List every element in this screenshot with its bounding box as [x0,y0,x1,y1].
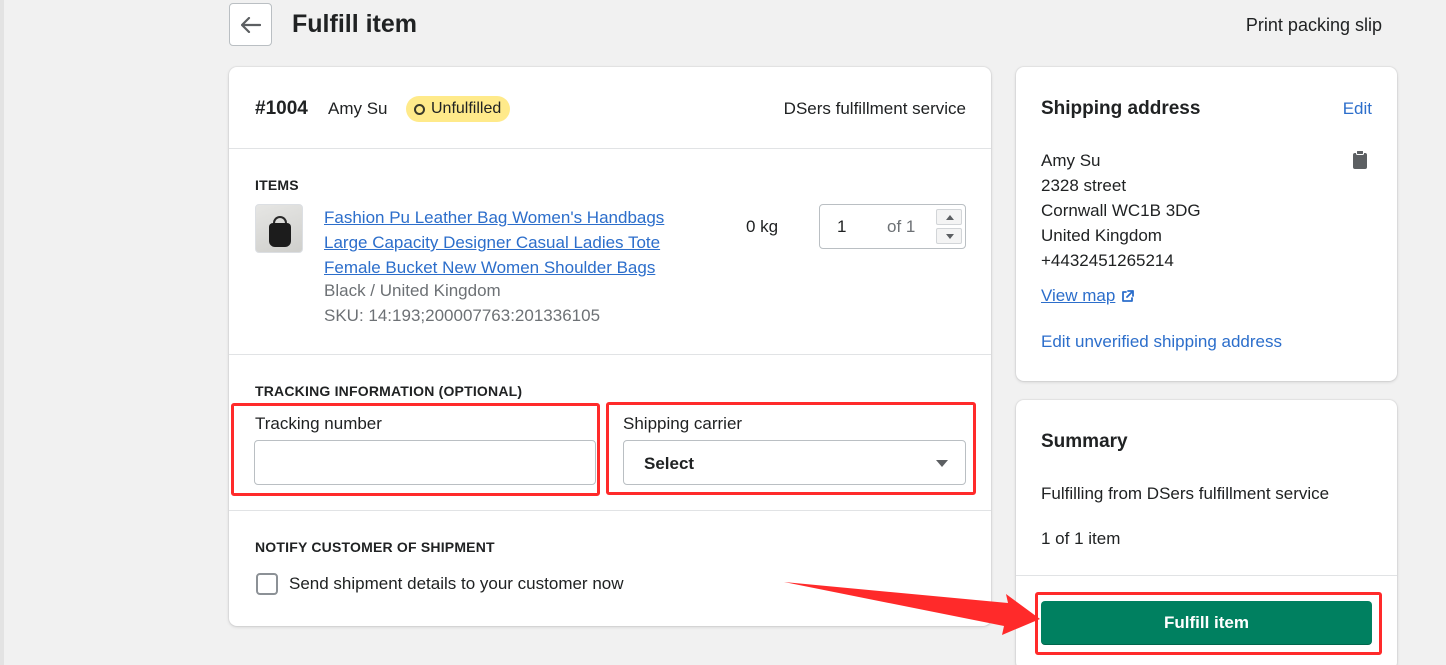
tracking-number-input[interactable] [254,440,596,485]
shipping-address-title: Shipping address [1041,98,1201,119]
fulfill-item-button[interactable]: Fulfill item [1041,601,1372,645]
address-line: Amy Su [1041,151,1101,170]
notify-customer-checkbox[interactable] [256,573,278,595]
notify-heading: NOTIFY CUSTOMER OF SHIPMENT [255,539,495,555]
divider [229,148,991,149]
view-map-link[interactable]: View map [1041,286,1135,306]
quantity-value[interactable]: 1 [837,217,846,237]
caret-down-icon [946,234,954,239]
clipboard-icon[interactable] [1352,150,1368,175]
divider [229,510,991,511]
caret-down-icon [936,460,948,467]
product-sku: SKU: 14:193;200007763:201336105 [324,306,601,325]
product-thumbnail[interactable] [255,204,303,253]
order-number: #1004 [255,98,308,119]
edit-unverified-address-link[interactable]: Edit unverified shipping address [1041,332,1282,352]
summary-card: Summary Fulfilling from DSers fulfillmen… [1016,400,1397,665]
customer-name: Amy Su [328,99,388,118]
product-title-line: Fashion Pu Leather Bag Women's Handbags [324,208,665,227]
product-variant: Black / United Kingdom [324,281,501,300]
tracking-heading: TRACKING INFORMATION (OPTIONAL) [255,383,523,399]
divider [229,354,991,355]
left-edge-strip [0,0,4,665]
caret-up-icon [946,215,954,220]
back-button[interactable] [229,3,272,46]
product-title-line: Large Capacity Designer Casual Ladies To… [324,233,661,252]
arrow-left-icon [240,16,261,33]
notify-customer-label[interactable]: Send shipment details to your customer n… [289,574,624,594]
shipping-carrier-label: Shipping carrier [623,414,743,433]
shipping-carrier-value: Select [644,454,695,473]
product-weight: 0 kg [746,217,779,236]
product-title-link[interactable]: Fashion Pu Leather Bag Women's Handbags … [324,205,684,280]
tracking-number-label: Tracking number [255,414,382,433]
address-line: 2328 street [1041,176,1127,195]
external-link-icon [1122,289,1135,302]
address-line: Cornwall WC1B 3DG [1041,201,1201,220]
page-title: Fulfill item [292,10,417,38]
decrement-button[interactable] [936,228,962,244]
stepper-controls [936,209,962,244]
fulfillment-card: #1004 Amy Su Unfulfilled DSers fulfillme… [229,67,991,626]
edit-address-link[interactable]: Edit [1343,99,1372,119]
status-badge: Unfulfilled [406,96,511,122]
product-title-line: Female Bucket New Women Shoulder Bags [324,258,656,277]
bag-icon [269,223,291,247]
fulfilling-from-text: Fulfilling from DSers fulfillment servic… [1041,484,1330,503]
shipping-address-card: Shipping address Edit Amy Su 2328 street… [1016,67,1397,381]
view-map-label: View map [1041,286,1116,305]
address-line: +4432451265214 [1041,251,1174,270]
status-circle-icon [414,103,425,115]
quantity-of-label: of 1 [887,217,916,236]
quantity-stepper[interactable]: 1 of 1 [819,204,966,249]
print-packing-slip-button[interactable]: Print packing slip [1246,15,1382,36]
address-line: United Kingdom [1041,226,1162,245]
summary-title: Summary [1041,431,1128,452]
increment-button[interactable] [936,209,962,225]
item-count-text: 1 of 1 item [1041,529,1121,548]
divider [1016,575,1397,576]
fulfillment-service-name: DSers fulfillment service [783,99,966,118]
status-badge-label: Unfulfilled [431,100,502,117]
shipping-carrier-select[interactable]: Select [623,440,966,485]
items-heading: ITEMS [255,177,299,193]
